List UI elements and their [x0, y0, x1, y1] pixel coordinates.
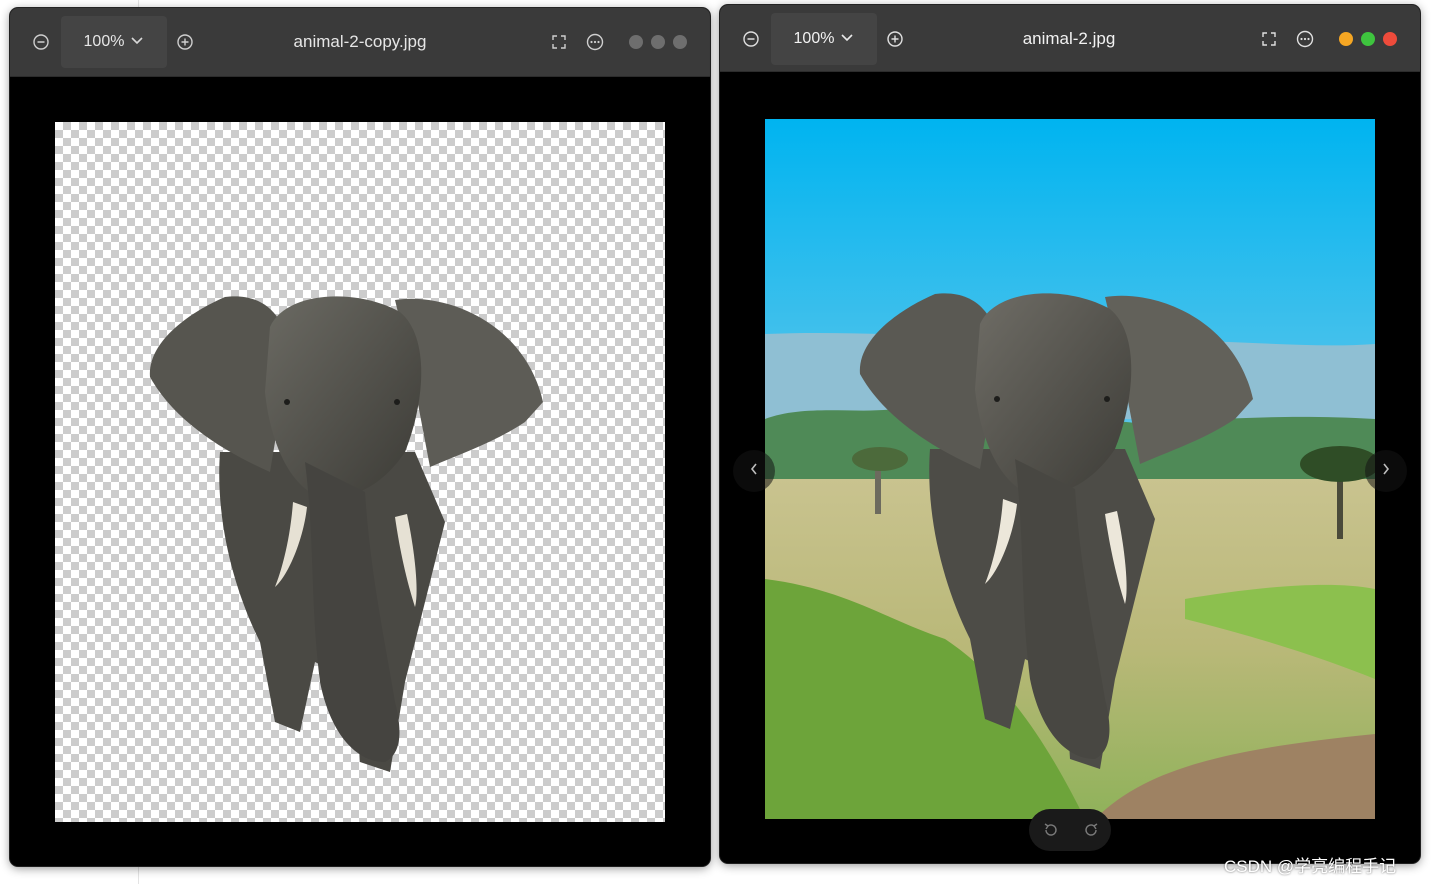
close-button[interactable]: [1383, 32, 1397, 46]
zoom-level-value: 100%: [793, 30, 835, 47]
minimize-button[interactable]: [1339, 32, 1353, 46]
zoom-in-icon[interactable]: [175, 32, 195, 52]
previous-image-button[interactable]: [733, 450, 775, 492]
image-canvas: [10, 77, 710, 866]
background-divider: [138, 866, 139, 884]
background-divider: [138, 0, 139, 8]
zoom-level-dropdown[interactable]: 100%: [61, 16, 167, 68]
maximize-button[interactable]: [1361, 32, 1375, 46]
image-viewer-window-left: 100% animal-2-copy.jpg: [10, 8, 710, 866]
title-bar: 100% animal-2-copy.jpg: [10, 8, 710, 77]
close-button[interactable]: [629, 35, 643, 49]
rotate-toolbar: [1029, 809, 1111, 851]
rotate-right-icon[interactable]: [1081, 820, 1101, 840]
title-bar: 100% animal-2.jpg: [720, 5, 1420, 72]
zoom-in-icon[interactable]: [885, 29, 905, 49]
image-viewer-window-right: 100% animal-2.jpg: [720, 5, 1420, 863]
zoom-level-value: 100%: [83, 33, 125, 50]
zoom-out-icon[interactable]: [741, 29, 761, 49]
next-image-button[interactable]: [1365, 450, 1407, 492]
chevron-down-icon: [130, 33, 144, 51]
window-title: animal-2.jpg: [1022, 29, 1116, 48]
chevron-down-icon: [840, 30, 854, 48]
window-title: animal-2-copy.jpg: [293, 32, 427, 51]
minimize-button[interactable]: [651, 35, 665, 49]
zoom-out-icon[interactable]: [31, 32, 51, 52]
more-options-icon[interactable]: [1295, 29, 1315, 49]
elephant-photo: [765, 119, 1375, 819]
fullscreen-icon[interactable]: [549, 32, 569, 52]
image-canvas: [720, 72, 1420, 863]
rotate-left-icon[interactable]: [1041, 820, 1061, 840]
chevron-right-icon: [1381, 462, 1391, 481]
fullscreen-icon[interactable]: [1259, 29, 1279, 49]
elephant-cutout-image: [149, 296, 543, 772]
maximize-button[interactable]: [673, 35, 687, 49]
watermark: CSDN @学亮编程手记: [1224, 857, 1397, 876]
zoom-level-dropdown[interactable]: 100%: [771, 13, 877, 65]
chevron-left-icon: [749, 462, 759, 481]
more-options-icon[interactable]: [585, 32, 605, 52]
